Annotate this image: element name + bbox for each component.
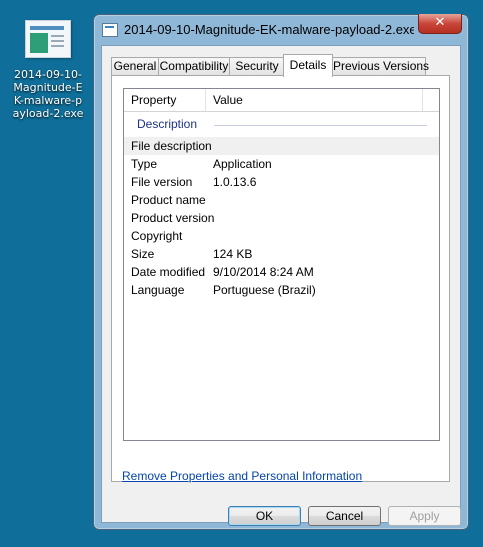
properties-window: 2014-09-10-Magnitude-EK-malware-payload-… [93,14,469,530]
title-bar[interactable]: 2014-09-10-Magnitude-EK-malware-payload-… [94,14,468,45]
column-header-property[interactable]: Property [124,89,206,111]
group-header[interactable]: Description [124,117,439,133]
row-property: Copyright [131,229,183,243]
tab-compatibility[interactable]: Compatibility [158,57,230,75]
list-header: Property Value [124,89,439,112]
row-value: 1.0.13.6 [213,175,257,189]
table-row[interactable]: Product version [124,209,439,227]
desktop-file-shortcut[interactable]: 2014-09-10-Magnitude-EK-malware-payload-… [8,20,88,120]
row-property: Size [131,247,155,261]
row-value: 9/10/2014 8:24 AM [213,265,314,279]
table-row[interactable]: Size 124 KB [124,245,439,263]
close-button[interactable]: ✕ [418,14,462,34]
table-row[interactable]: Language Portuguese (Brazil) [124,281,439,299]
row-property: File description [131,139,212,153]
row-property: Date modified [131,265,206,279]
row-property: File version [131,175,193,189]
row-property: Language [131,283,185,297]
row-value: 124 KB [213,247,253,261]
window-title: 2014-09-10-Magnitude-EK-malware-payload-… [124,22,414,37]
row-value: Application [213,157,272,171]
ok-button[interactable]: OK [228,506,301,526]
apply-button[interactable]: Apply [388,506,461,526]
row-property: Product version [131,211,215,225]
dialog-body: General Compatibility Security Details P… [101,45,461,526]
row-value: Portuguese (Brazil) [213,283,316,297]
tab-general[interactable]: General [111,57,159,75]
tab-details[interactable]: Details [283,54,333,77]
group-divider [214,125,427,126]
details-listview[interactable]: Property Value Description File descript… [123,88,440,441]
details-panel: Property Value Description File descript… [111,75,450,482]
remove-properties-link[interactable]: Remove Properties and Personal Informati… [122,469,362,483]
table-row[interactable]: Date modified 9/10/2014 8:24 AM [124,263,439,281]
tab-security[interactable]: Security [229,57,285,75]
cancel-button[interactable]: Cancel [308,506,381,526]
exe-file-icon [25,20,71,58]
tab-previous-versions[interactable]: Previous Versions [332,57,429,75]
column-header-value[interactable]: Value [206,89,423,111]
table-row[interactable]: File description [124,137,439,155]
table-row[interactable]: File version 1.0.13.6 [124,173,439,191]
table-row[interactable]: Product name [124,191,439,209]
window-app-icon [102,23,118,37]
desktop-icon-label: 2014-09-10-Magnitude-EK-malware-payload-… [12,68,84,120]
close-icon: ✕ [434,15,446,30]
row-property: Type [131,157,158,171]
table-row[interactable]: Type Application [124,155,439,173]
row-property: Product name [131,193,206,207]
group-title: Description [137,117,198,131]
table-row[interactable]: Copyright [124,227,439,245]
